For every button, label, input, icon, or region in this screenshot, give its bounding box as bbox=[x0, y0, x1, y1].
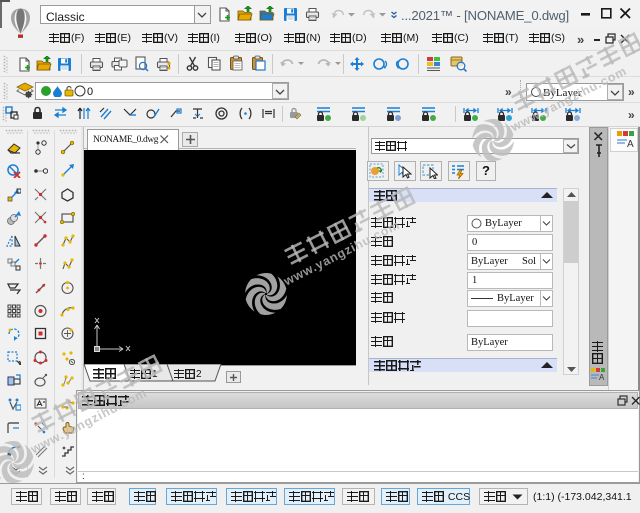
svg-text:A: A bbox=[627, 139, 634, 149]
svg-text:A: A bbox=[599, 373, 605, 381]
